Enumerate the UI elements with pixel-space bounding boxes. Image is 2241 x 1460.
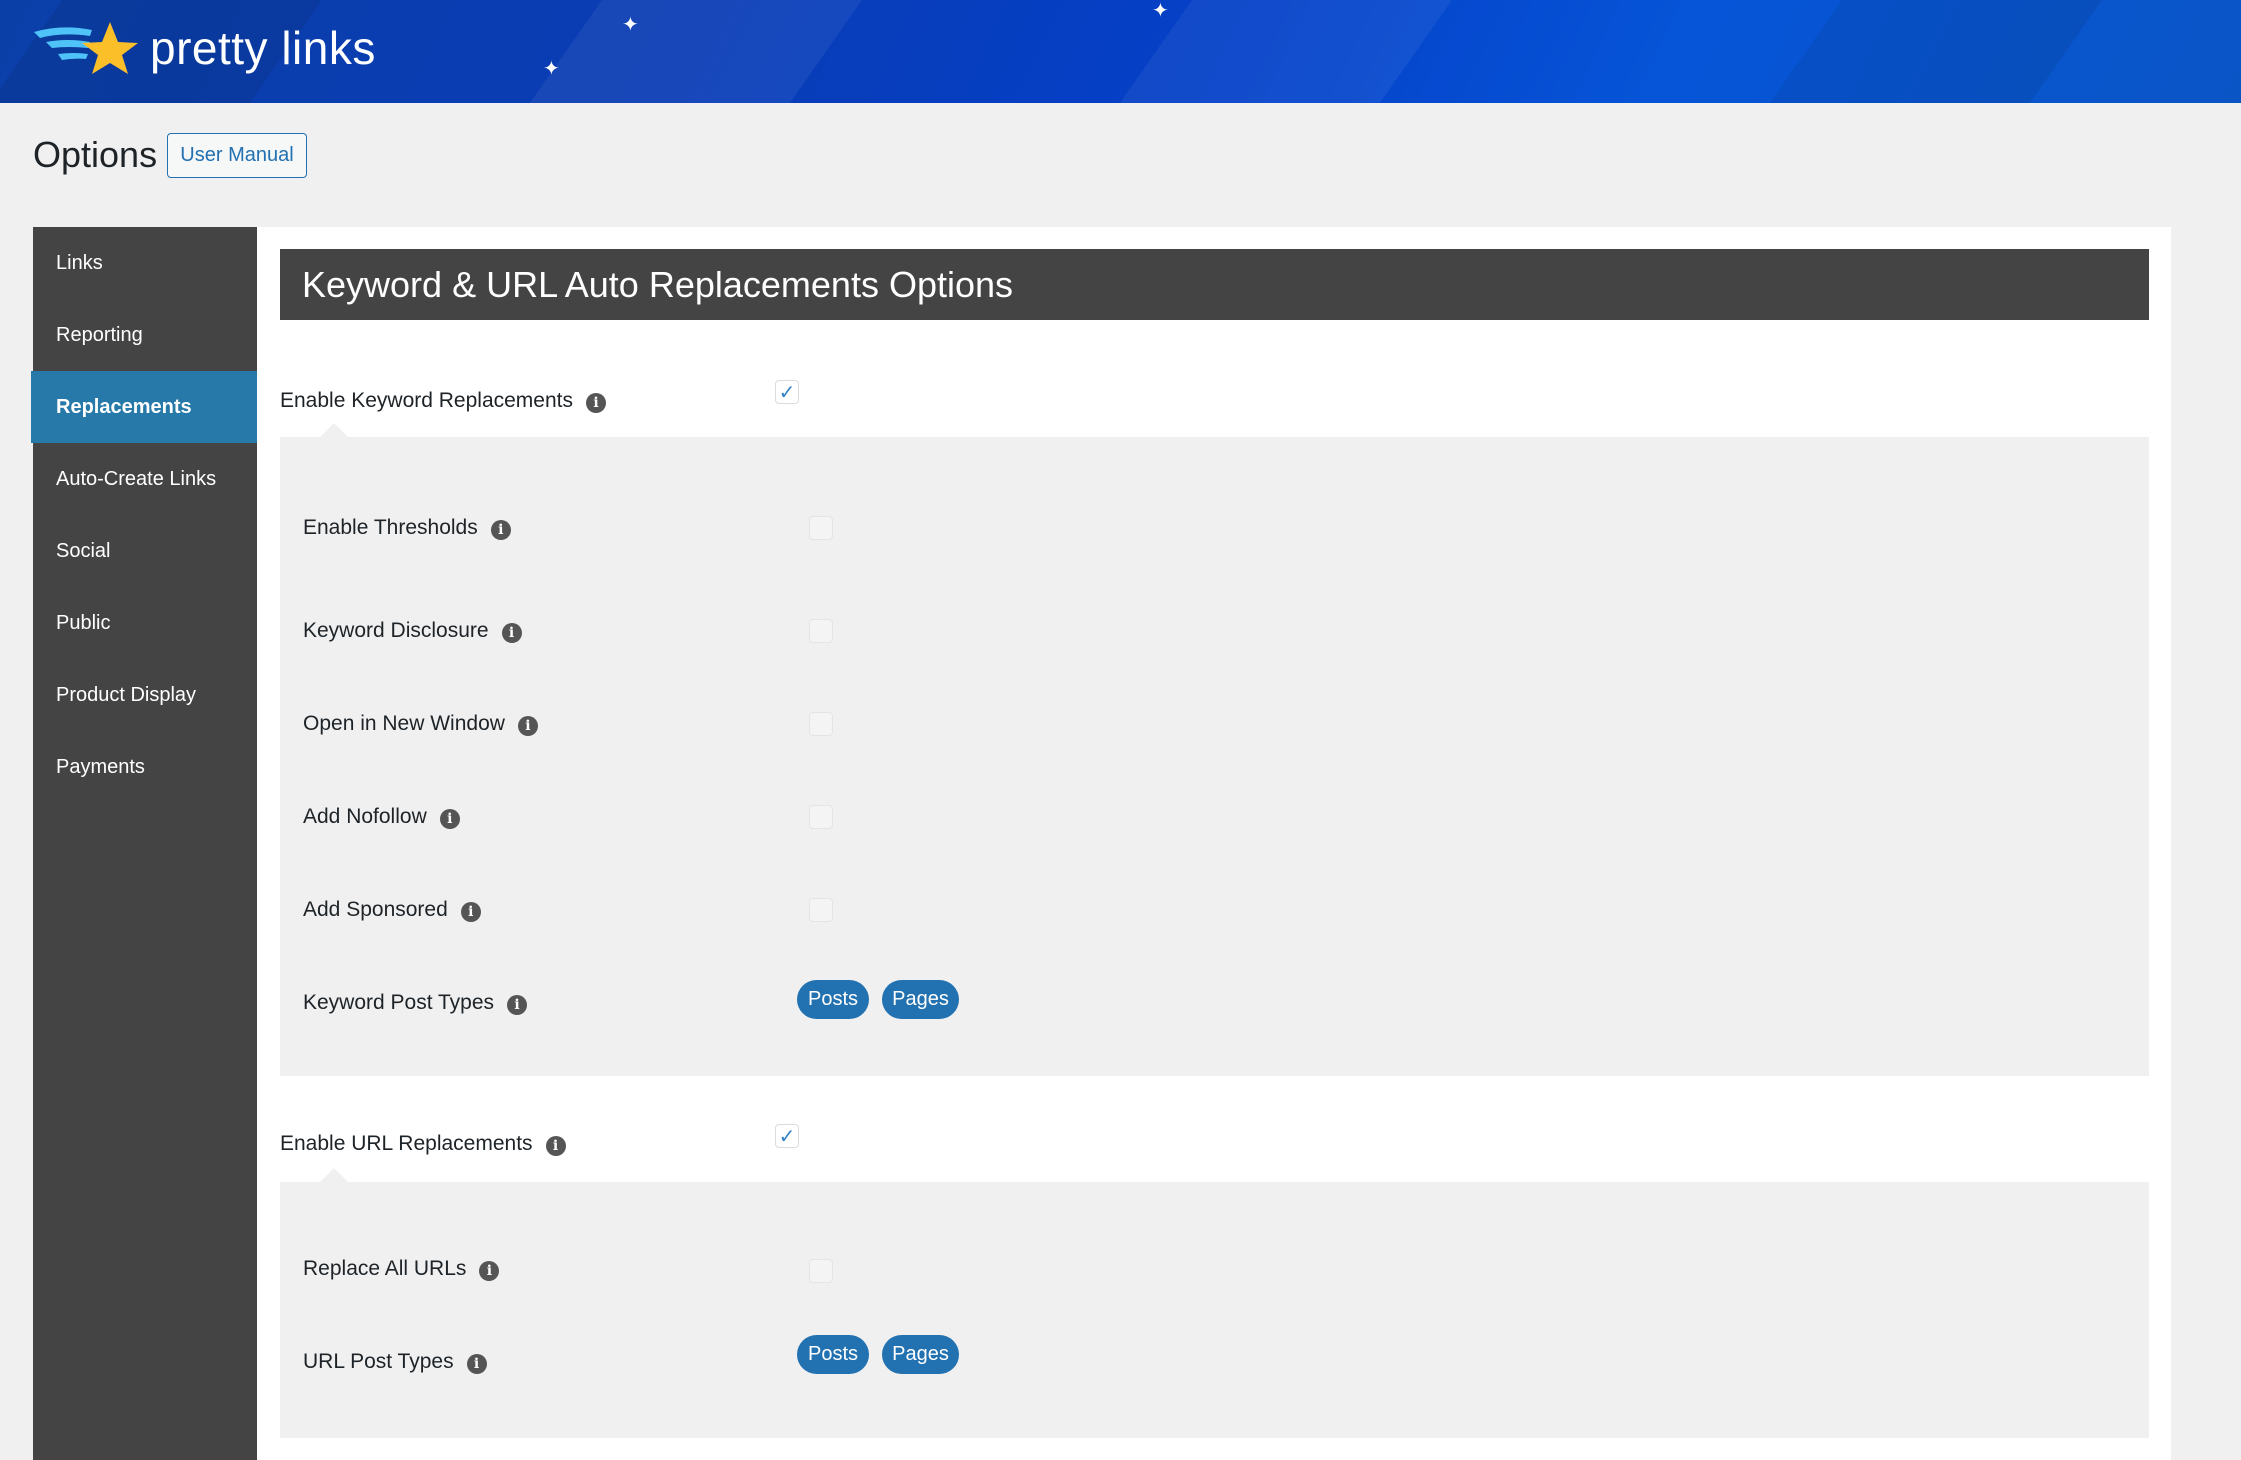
post-type-pages-tag[interactable]: Pages xyxy=(882,980,959,1019)
info-icon[interactable]: i xyxy=(517,716,538,736)
option-row: URL Post Types i xyxy=(303,1350,487,1374)
sidebar-item-auto-create-links[interactable]: Auto-Create Links xyxy=(33,443,257,515)
star-logo-icon xyxy=(34,22,138,74)
enable-keyword-replacements-row: Enable Keyword Replacements i xyxy=(280,389,606,413)
info-icon[interactable]: i xyxy=(460,902,481,922)
section-title: Keyword & URL Auto Replacements Options xyxy=(280,249,2149,320)
sparkle-icon: ✦ xyxy=(1152,0,1169,22)
sparkle-icon: ✦ xyxy=(543,58,560,80)
info-icon[interactable]: i xyxy=(439,809,460,829)
replace-all-urls-checkbox[interactable] xyxy=(809,1259,833,1283)
sidebar-item-replacements[interactable]: Replacements xyxy=(31,371,257,443)
post-type-posts-tag[interactable]: Posts xyxy=(797,980,869,1019)
info-icon[interactable]: i xyxy=(479,1261,500,1281)
option-row: Replace All URLs i xyxy=(303,1257,500,1281)
add-nofollow-checkbox[interactable] xyxy=(809,805,833,829)
user-manual-button[interactable]: User Manual xyxy=(167,133,307,178)
sparkle-icon: ✦ xyxy=(622,14,639,36)
option-label: Enable Thresholds xyxy=(303,516,478,539)
post-type-posts-tag[interactable]: Posts xyxy=(797,1335,869,1374)
option-label: Add Nofollow xyxy=(303,805,427,828)
info-icon[interactable]: i xyxy=(545,1136,566,1156)
sidebar-item-payments[interactable]: Payments xyxy=(33,731,257,803)
info-icon[interactable]: i xyxy=(501,623,522,643)
option-row: Keyword Disclosure i xyxy=(303,619,522,643)
brand-name: pretty links xyxy=(150,22,376,74)
option-label: Open in New Window xyxy=(303,712,505,735)
add-sponsored-checkbox[interactable] xyxy=(809,898,833,922)
open-new-window-checkbox[interactable] xyxy=(809,712,833,736)
sidebar-item-links[interactable]: Links xyxy=(33,227,257,299)
options-panel: Keyword & URL Auto Replacements Options … xyxy=(257,227,2171,1460)
option-label: Add Sponsored xyxy=(303,898,448,921)
enable-thresholds-checkbox[interactable] xyxy=(809,516,833,540)
info-icon[interactable]: i xyxy=(507,995,528,1015)
sidebar-item-public[interactable]: Public xyxy=(33,587,257,659)
option-row: Keyword Post Types i xyxy=(303,991,528,1015)
keyword-options-box: Enable Thresholds i Keyword Disclosure i O… xyxy=(280,423,2149,1076)
url-options-box: Replace All URLs i URL Post Types i Posts … xyxy=(280,1168,2149,1438)
enable-keyword-replacements-checkbox[interactable]: ✓ xyxy=(775,380,799,404)
enable-url-replacements-row: Enable URL Replacements i xyxy=(280,1132,566,1156)
pretty-links-logo[interactable]: pretty links xyxy=(32,18,376,78)
option-label: Enable Keyword Replacements xyxy=(280,389,573,412)
option-row: Open in New Window i xyxy=(303,712,538,736)
page-title: Options xyxy=(33,134,158,175)
sidebar-item-product-display[interactable]: Product Display xyxy=(33,659,257,731)
sidebar-item-reporting[interactable]: Reporting xyxy=(33,299,257,371)
option-row: Add Nofollow i xyxy=(303,805,460,829)
option-label: Enable URL Replacements xyxy=(280,1132,533,1155)
info-icon[interactable]: i xyxy=(490,520,511,540)
option-label: URL Post Types xyxy=(303,1350,454,1373)
info-icon[interactable]: i xyxy=(466,1354,487,1374)
post-type-pages-tag[interactable]: Pages xyxy=(882,1335,959,1374)
option-row: Add Sponsored i xyxy=(303,898,481,922)
enable-url-replacements-checkbox[interactable]: ✓ xyxy=(775,1124,799,1148)
sidebar-item-social[interactable]: Social xyxy=(33,515,257,587)
keyword-disclosure-checkbox[interactable] xyxy=(809,619,833,643)
option-row: Enable Thresholds i xyxy=(303,516,511,540)
app-header: pretty links ✦ ✦ ✦ xyxy=(0,0,2241,103)
option-label: Keyword Post Types xyxy=(303,991,495,1014)
option-label: Keyword Disclosure xyxy=(303,619,489,642)
info-icon[interactable]: i xyxy=(586,393,606,413)
options-sidebar: Links Reporting Replacements Auto-Create… xyxy=(31,227,257,1460)
option-label: Replace All URLs xyxy=(303,1257,467,1280)
